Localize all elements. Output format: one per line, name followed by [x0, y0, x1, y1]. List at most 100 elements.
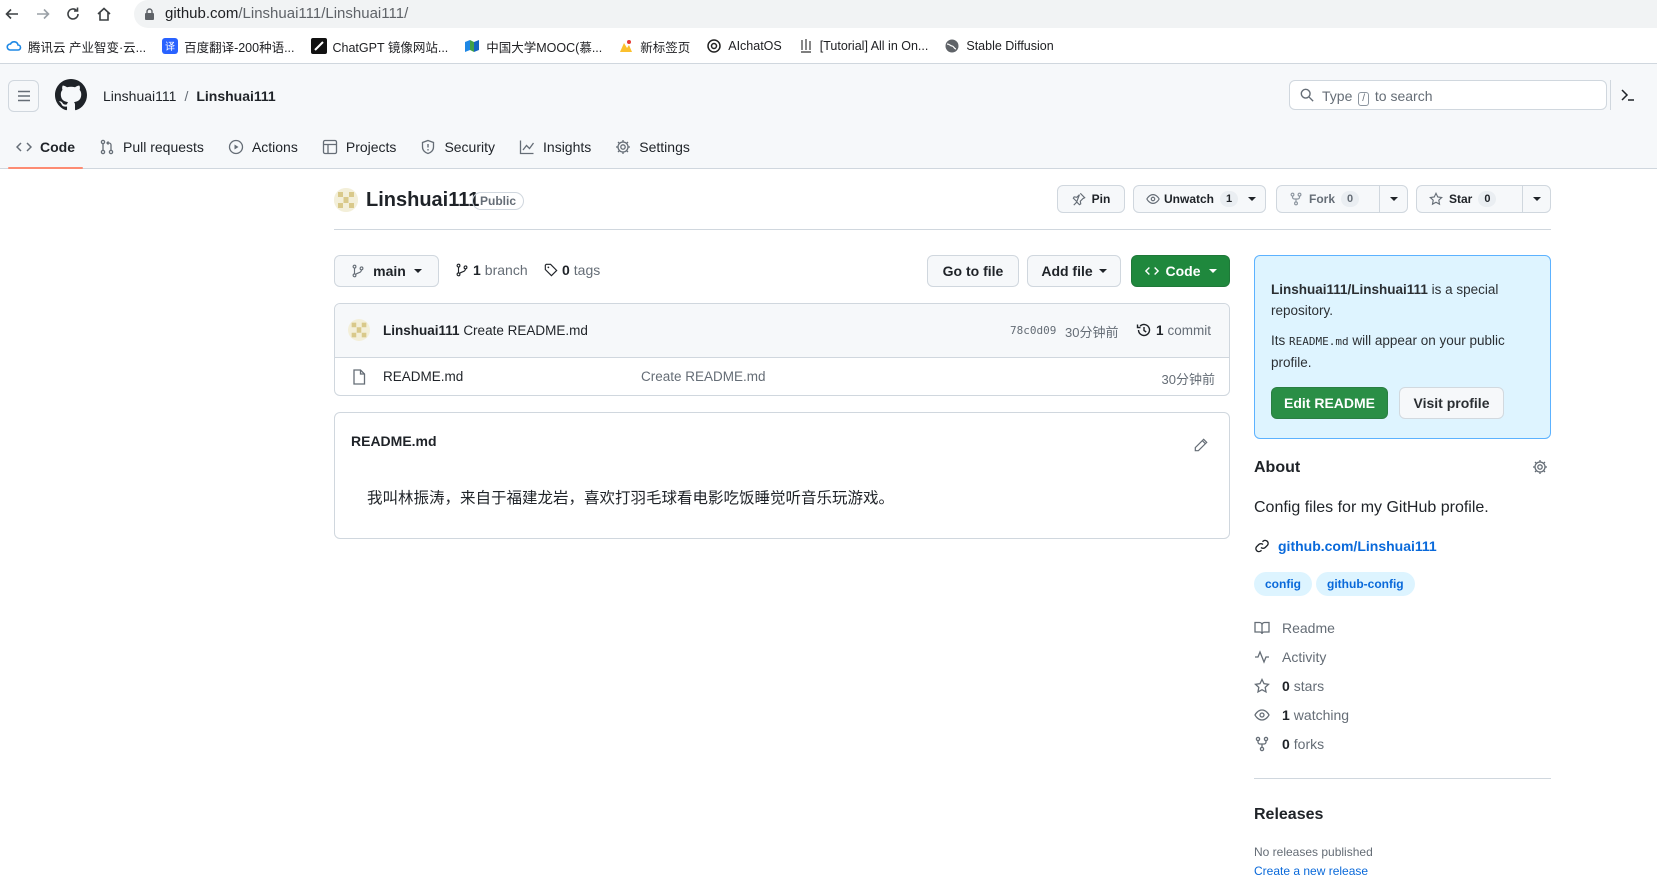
eye-icon	[1254, 709, 1270, 721]
tags-link[interactable]: 0 tags	[544, 262, 600, 278]
visibility-badge: Public	[472, 192, 525, 210]
command-palette-button[interactable]	[1610, 80, 1645, 110]
watchers-link[interactable]: 1 watching	[1254, 705, 1349, 725]
about-link-text: github.com/Linshuai111	[1278, 538, 1437, 554]
branch-icon	[456, 263, 468, 277]
tab-actions[interactable]: Actions	[220, 126, 306, 168]
repo-header: Linshuai111 Public Pin Unwatch 1 Fork 0 …	[334, 184, 1551, 230]
tab-label: Insights	[543, 139, 592, 155]
reload-icon	[67, 7, 79, 20]
commit-summary: Linshuai111 Create README.md	[383, 323, 588, 338]
bookmark-label: AIchatOS	[728, 39, 782, 53]
about-website-link[interactable]: github.com/Linshuai111	[1254, 538, 1437, 554]
bookmark-item[interactable]: [Tutorial] All in On...	[798, 38, 929, 54]
stat-label: stars	[1293, 678, 1325, 694]
edit-readme-button[interactable]	[1189, 433, 1213, 457]
latest-commit-row: Linshuai111 Create README.md 78c0d09 30分…	[335, 304, 1229, 358]
browser-chrome: github.com/Linshuai111/Linshuai111/ 腾讯云 …	[0, 0, 1657, 63]
file-time: 30分钟前	[1161, 372, 1215, 387]
edit-readme-cta[interactable]: Edit README	[1271, 387, 1388, 419]
topic-tag[interactable]: config	[1254, 572, 1312, 596]
go-to-file-button[interactable]: Go to file	[927, 255, 1019, 287]
history-icon	[1136, 323, 1151, 337]
visit-profile-button[interactable]: Visit profile	[1399, 387, 1504, 419]
breadcrumb-owner[interactable]: Linshuai111	[103, 88, 176, 104]
releases-heading[interactable]: Releases	[1254, 806, 1323, 824]
bookmark-label: ChatGPT 镜像网站...	[332, 40, 449, 55]
tab-insights[interactable]: Insights	[511, 126, 599, 168]
tab-pull-requests[interactable]: Pull requests	[91, 126, 212, 168]
tab-label: Settings	[639, 139, 690, 155]
tab-code[interactable]: Code	[8, 126, 83, 169]
avatar[interactable]	[334, 188, 358, 212]
special-readme-text: Its README.md will appear on your public…	[1271, 330, 1536, 373]
tutorial-icon	[798, 38, 814, 54]
about-heading: About	[1254, 459, 1301, 476]
repo-title[interactable]: Linshuai111	[366, 189, 479, 212]
bookmark-label: 新标签页	[640, 40, 691, 55]
fork-dropdown[interactable]	[1379, 186, 1407, 212]
url-path: /Linshuai111/Linshuai111/	[238, 5, 409, 22]
unwatch-label: Unwatch	[1164, 192, 1215, 206]
cloud-icon	[6, 38, 22, 54]
forks-link[interactable]: 0 forks	[1254, 734, 1324, 754]
code-icon	[1144, 267, 1159, 275]
tab-projects[interactable]: Projects	[314, 126, 405, 168]
readme-title[interactable]: README.md	[351, 433, 437, 449]
bookmark-item[interactable]: AIchatOS	[706, 38, 782, 54]
commit-author[interactable]: Linshuai111	[383, 323, 460, 338]
commit-message[interactable]: Create README.md	[463, 323, 588, 338]
fork-button[interactable]: Fork 0	[1276, 185, 1408, 213]
github-mark-icon	[55, 79, 87, 111]
github-header: Linshuai111 / Linshuai111 Type / to search…	[0, 64, 1657, 169]
avatar[interactable]	[348, 319, 370, 341]
bookmark-item[interactable]: Stable Diffusion	[944, 38, 1054, 54]
bookmark-label: [Tutorial] All in On...	[819, 39, 929, 53]
back-button[interactable]	[2, 4, 22, 24]
bookmark-item[interactable]: 腾讯云 产业智变·云...	[6, 37, 146, 56]
add-file-button[interactable]: Add file	[1027, 255, 1121, 287]
activity-link[interactable]: Activity	[1254, 647, 1326, 667]
bookmark-item[interactable]: ChatGPT 镜像网站...	[310, 37, 449, 56]
commits-link[interactable]: 1 commit	[1136, 322, 1211, 338]
star-button[interactable]: Star 0	[1416, 185, 1551, 213]
stars-link[interactable]: 0 stars	[1254, 676, 1324, 696]
star-dropdown[interactable]	[1522, 186, 1550, 212]
bookmark-label: 百度翻译-200种语...	[184, 40, 295, 55]
globe-icon	[944, 38, 960, 54]
special-line2-prefix: Its	[1271, 333, 1286, 348]
star-count: 0	[1478, 191, 1497, 207]
about-settings-button[interactable]	[1532, 459, 1548, 475]
tab-settings[interactable]: Settings	[607, 126, 698, 168]
breadcrumb-repo[interactable]: Linshuai111	[196, 88, 275, 104]
search-input[interactable]: Type / to search	[1289, 80, 1607, 110]
reload-button[interactable]	[63, 4, 83, 24]
create-release-link[interactable]: Create a new release	[1254, 864, 1368, 878]
tab-security[interactable]: Security	[412, 126, 503, 168]
table-row[interactable]: README.md Create README.md 30分钟前	[335, 358, 1229, 395]
home-button[interactable]	[94, 4, 114, 24]
pin-button[interactable]: Pin	[1057, 185, 1125, 213]
fork-icon	[1290, 192, 1302, 206]
bookmark-label: 中国大学MOOC(慕...	[486, 40, 603, 55]
readme-link[interactable]: Readme	[1254, 618, 1335, 638]
github-logo[interactable]	[55, 79, 87, 111]
pull-request-icon	[100, 139, 114, 155]
file-commit-message[interactable]: Create README.md	[641, 369, 766, 384]
bookmark-item[interactable]: 译 百度翻译-200种语...	[162, 37, 295, 56]
commit-count-word: commit	[1167, 322, 1212, 338]
file-name[interactable]: README.md	[383, 369, 463, 384]
topic-tag[interactable]: github-config	[1316, 572, 1415, 596]
code-button[interactable]: Code	[1131, 255, 1230, 287]
tag-word: tags	[573, 262, 601, 278]
bookmark-item[interactable]: 中国大学MOOC(慕...	[464, 37, 602, 56]
bookmark-item[interactable]: 新标签页	[618, 37, 690, 56]
commit-sha[interactable]: 78c0d09	[1010, 324, 1056, 337]
branches-link[interactable]: 1 branch	[455, 262, 528, 278]
menu-button[interactable]	[8, 80, 39, 112]
gear-icon	[1533, 460, 1547, 474]
forward-button[interactable]	[33, 4, 53, 24]
stat-value: 0	[1282, 736, 1290, 752]
unwatch-button[interactable]: Unwatch 1	[1133, 185, 1266, 213]
branch-selector[interactable]: main	[334, 255, 439, 287]
